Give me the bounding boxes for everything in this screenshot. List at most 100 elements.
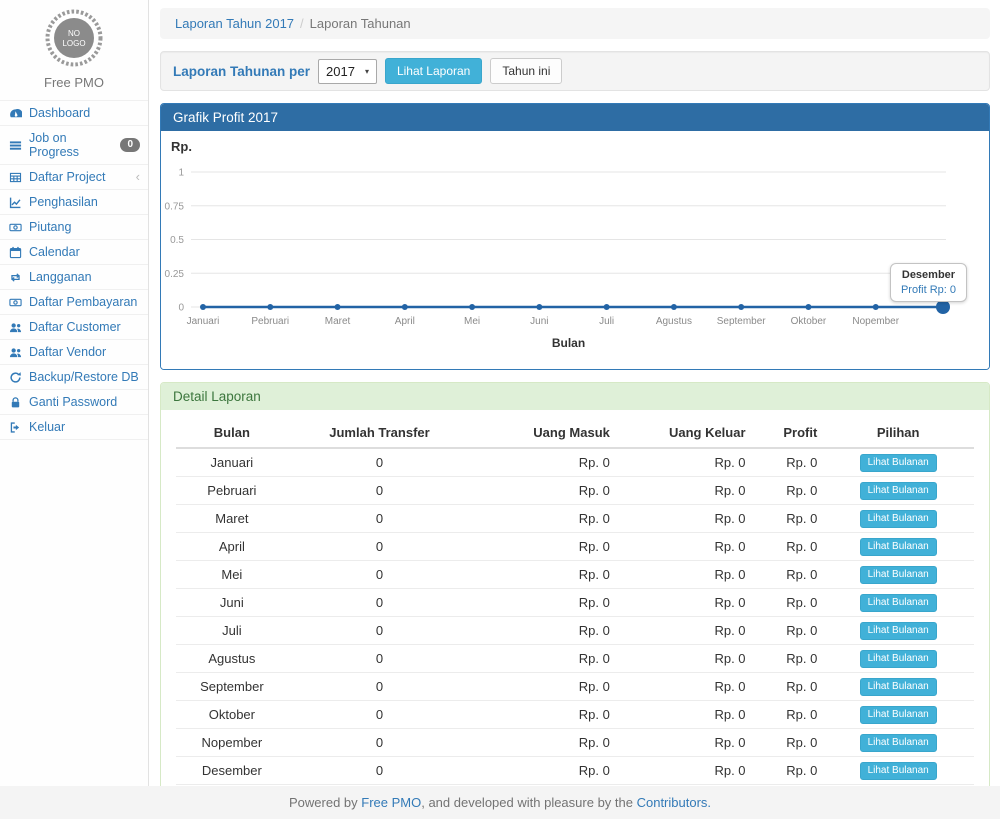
chevron-left-icon: ‹ <box>136 172 140 182</box>
cell-bulan: Maret <box>176 505 288 533</box>
total-jumlah-transfer: 0 <box>288 785 472 787</box>
col-header-uang-keluar: Uang Keluar <box>615 418 751 448</box>
sidebar-item-penghasilan[interactable]: Penghasilan <box>0 189 148 214</box>
cell-jumlah-transfer: 0 <box>288 617 472 645</box>
cell-uang-keluar: Rp. 0 <box>615 729 751 757</box>
cell-uang-keluar: Rp. 0 <box>615 645 751 673</box>
lihat-laporan-button[interactable]: Lihat Laporan <box>385 58 482 84</box>
profit-chart[interactable]: Rp. 00.250.50.751JanuariPebruariMaretApr… <box>161 131 989 369</box>
lihat-bulanan-button[interactable]: Lihat Bulanan <box>860 482 937 500</box>
users-icon <box>9 321 23 334</box>
breadcrumb-current: Laporan Tahunan <box>310 16 411 31</box>
table-row-maret: Maret 0 Rp. 0 Rp. 0 Rp. 0 Lihat Bulanan <box>176 505 974 533</box>
cell-jumlah-transfer: 0 <box>288 561 472 589</box>
breadcrumb-link-laporan-tahun[interactable]: Laporan Tahun 2017 <box>175 16 294 31</box>
cell-jumlah-transfer: 0 <box>288 448 472 477</box>
lihat-bulanan-button[interactable]: Lihat Bulanan <box>860 706 937 724</box>
sidebar-item-daftar-project[interactable]: Daftar Project ‹ <box>0 164 148 189</box>
cell-jumlah-transfer: 0 <box>288 477 472 505</box>
table-row-september: September 0 Rp. 0 Rp. 0 Rp. 0 Lihat Bula… <box>176 673 974 701</box>
sidebar-item-daftar-vendor[interactable]: Daftar Vendor <box>0 339 148 364</box>
lihat-bulanan-button[interactable]: Lihat Bulanan <box>860 538 937 556</box>
svg-text:0.75: 0.75 <box>165 201 185 212</box>
cell-profit: Rp. 0 <box>751 645 823 673</box>
filter-label: Laporan Tahunan per <box>173 64 310 79</box>
cell-profit: Rp. 0 <box>751 757 823 785</box>
year-select[interactable]: 2017 ▾ <box>318 59 377 84</box>
cell-bulan: Juli <box>176 617 288 645</box>
sidebar-item-keluar[interactable]: Keluar <box>0 414 148 440</box>
sidebar-item-dashboard[interactable]: Dashboard <box>0 100 148 125</box>
table-row-pebruari: Pebruari 0 Rp. 0 Rp. 0 Rp. 0 Lihat Bulan… <box>176 477 974 505</box>
cell-profit: Rp. 0 <box>751 448 823 477</box>
svg-text:September: September <box>717 316 767 327</box>
lihat-bulanan-button[interactable]: Lihat Bulanan <box>860 622 937 640</box>
sidebar-item-daftar-pembayaran[interactable]: Daftar Pembayaran <box>0 289 148 314</box>
svg-text:Maret: Maret <box>325 316 351 327</box>
lihat-bulanan-button[interactable]: Lihat Bulanan <box>860 566 937 584</box>
sidebar-item-piutang[interactable]: Piutang <box>0 214 148 239</box>
cell-profit: Rp. 0 <box>751 729 823 757</box>
tahun-ini-button[interactable]: Tahun ini <box>490 58 562 84</box>
chart-panel-title: Grafik Profit 2017 <box>161 104 989 131</box>
svg-text:1: 1 <box>178 168 184 179</box>
lihat-bulanan-button[interactable]: Lihat Bulanan <box>860 510 937 528</box>
cell-uang-masuk: Rp. 0 <box>471 477 615 505</box>
lihat-bulanan-button[interactable]: Lihat Bulanan <box>860 734 937 752</box>
table-icon <box>9 171 23 184</box>
total-profit: Rp. 0 <box>751 785 823 787</box>
cell-uang-keluar: Rp. 0 <box>615 589 751 617</box>
svg-text:0: 0 <box>178 303 184 314</box>
lihat-bulanan-button[interactable]: Lihat Bulanan <box>860 678 937 696</box>
lihat-bulanan-button[interactable]: Lihat Bulanan <box>860 650 937 668</box>
signout-icon <box>9 421 23 434</box>
table-row-nopember: Nopember 0 Rp. 0 Rp. 0 Rp. 0 Lihat Bulan… <box>176 729 974 757</box>
total-label: Total <box>176 785 288 787</box>
no-logo-badge-icon: NO LOGO <box>44 8 104 68</box>
col-header-bulan: Bulan <box>176 418 288 448</box>
count-badge: 0 <box>120 138 140 152</box>
sidebar-item-calendar[interactable]: Calendar <box>0 239 148 264</box>
cell-bulan: Januari <box>176 448 288 477</box>
tooltip-title: Desember <box>901 269 956 281</box>
cell-uang-masuk: Rp. 0 <box>471 561 615 589</box>
logo-text-line2: LOGO <box>62 39 85 48</box>
svg-text:Pebruari: Pebruari <box>251 316 289 327</box>
sidebar-item-ganti-password[interactable]: Ganti Password <box>0 389 148 414</box>
table-total-row: Total 0 Rp. 0 Rp. 0 Rp. 0 <box>176 785 974 787</box>
year-select-value: 2017 <box>326 64 355 79</box>
retweet-icon <box>9 271 23 284</box>
sidebar-item-daftar-customer[interactable]: Daftar Customer <box>0 314 148 339</box>
cell-jumlah-transfer: 0 <box>288 645 472 673</box>
tooltip-value: Profit Rp: 0 <box>901 284 956 296</box>
lihat-bulanan-button[interactable]: Lihat Bulanan <box>860 454 937 472</box>
chart-line-icon <box>9 196 23 209</box>
sidebar-item-backup-restore-db[interactable]: Backup/Restore DB <box>0 364 148 389</box>
cell-uang-masuk: Rp. 0 <box>471 617 615 645</box>
col-header-uang-masuk: Uang Masuk <box>471 418 615 448</box>
sidebar-item-job-on-progress[interactable]: Job on Progress 0 <box>0 125 148 164</box>
profit-line-chart[interactable]: 00.250.50.751JanuariPebruariMaretAprilMe… <box>161 159 989 359</box>
table-row-april: April 0 Rp. 0 Rp. 0 Rp. 0 Lihat Bulanan <box>176 533 974 561</box>
detail-laporan-panel: Detail Laporan Bulan Jumlah Transfer Uan… <box>160 382 990 786</box>
cell-uang-masuk: Rp. 0 <box>471 448 615 477</box>
logo: NO LOGO <box>0 0 148 71</box>
cell-profit: Rp. 0 <box>751 589 823 617</box>
free-pmo-link[interactable]: Free PMO <box>361 795 421 810</box>
cell-uang-keluar: Rp. 0 <box>615 617 751 645</box>
lihat-bulanan-button[interactable]: Lihat Bulanan <box>860 762 937 780</box>
cell-uang-keluar: Rp. 0 <box>615 477 751 505</box>
caret-down-icon: ▾ <box>365 67 369 76</box>
table-row-oktober: Oktober 0 Rp. 0 Rp. 0 Rp. 0 Lihat Bulana… <box>176 701 974 729</box>
cell-uang-masuk: Rp. 0 <box>471 533 615 561</box>
sidebar-item-langganan[interactable]: Langganan <box>0 264 148 289</box>
cell-jumlah-transfer: 0 <box>288 533 472 561</box>
cell-uang-keluar: Rp. 0 <box>615 757 751 785</box>
tasks-icon <box>9 139 23 152</box>
svg-text:Agustus: Agustus <box>656 316 692 327</box>
cell-jumlah-transfer: 0 <box>288 729 472 757</box>
contributors-link[interactable]: Contributors. <box>637 795 711 810</box>
lihat-bulanan-button[interactable]: Lihat Bulanan <box>860 594 937 612</box>
svg-text:Bulan: Bulan <box>552 336 585 350</box>
svg-text:April: April <box>395 316 415 327</box>
